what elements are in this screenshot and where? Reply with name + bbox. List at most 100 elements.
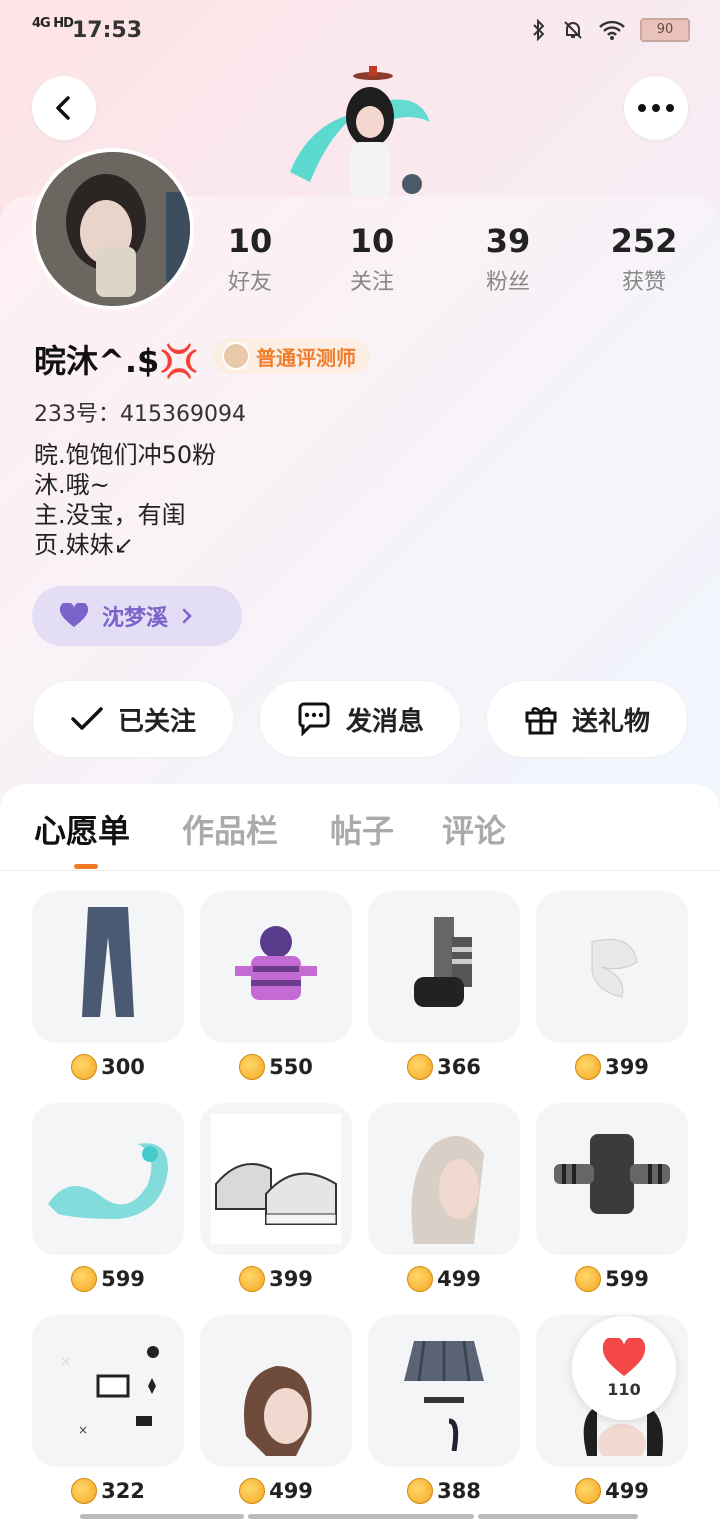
price-value: 550 — [269, 1055, 313, 1079]
wishlist-item[interactable] — [200, 1103, 352, 1255]
ice-dragon-icon — [48, 1143, 168, 1219]
item-price: 599 — [32, 1265, 184, 1293]
wifi-icon — [599, 20, 625, 40]
stat-number: 39 — [485, 222, 531, 260]
more-options-button[interactable] — [624, 76, 688, 140]
mute-bell-icon — [564, 21, 582, 39]
more-dots-icon — [638, 104, 674, 112]
tabs-divider — [0, 870, 720, 871]
item-price: 366 — [368, 1053, 520, 1081]
bio-line: 沐.哦~ — [34, 471, 110, 499]
wishlist-item[interactable] — [368, 891, 520, 1043]
cp-name: 沈梦溪 — [102, 606, 169, 631]
battery-indicator: 90 — [640, 18, 690, 42]
tab-comments[interactable]: 评论 — [442, 806, 506, 852]
price-value: 499 — [605, 1479, 649, 1503]
coin-icon — [407, 1054, 434, 1080]
user-bio: 晥.饱饱们冲50粉 沐.哦~ 主.没宝，有闺 页.妹妹↙ — [34, 440, 216, 560]
svg-text:×: × — [78, 1423, 88, 1437]
coin-icon — [71, 1054, 98, 1080]
pixel-stickers-icon: ×× — [60, 1346, 159, 1437]
cp-relation-chip[interactable]: 沈梦溪 — [32, 586, 242, 646]
bio-line: 页.妹妹↙ — [34, 531, 134, 559]
user-id: 233号：415369094 — [34, 402, 246, 427]
gift-icon — [525, 707, 557, 735]
stat-likes[interactable]: 252 获赞 — [584, 222, 704, 296]
price-value: 599 — [605, 1267, 649, 1291]
wishlist-item[interactable] — [368, 1315, 520, 1467]
price-value: 388 — [437, 1479, 481, 1503]
reviewer-badge[interactable]: 普通评测师 — [212, 338, 370, 374]
coin-icon — [239, 1478, 266, 1504]
wishlist-item[interactable] — [32, 1103, 184, 1255]
badge-label: 普通评测师 — [256, 345, 356, 370]
bluetooth-icon — [533, 19, 545, 41]
active-tab-indicator — [74, 864, 98, 869]
stat-number: 252 — [610, 222, 678, 260]
character-avatar-illustration — [290, 66, 430, 202]
bio-line: 晥.饱饱们冲50粉 — [34, 441, 217, 469]
tab-posts[interactable]: 帖子 — [330, 806, 394, 852]
back-button[interactable] — [32, 76, 96, 140]
follow-button[interactable]: 已关注 — [32, 680, 234, 758]
like-button[interactable]: 110 — [572, 1316, 676, 1420]
item-price: 300 — [32, 1053, 184, 1081]
wishlist-item[interactable] — [200, 891, 352, 1043]
network-indicator: 4G HD — [32, 16, 74, 31]
user-avatar[interactable] — [32, 148, 194, 310]
jeans-icon — [82, 907, 134, 1017]
coin-icon — [239, 1054, 266, 1080]
price-value: 322 — [101, 1479, 145, 1503]
tab-works[interactable]: 作品栏 — [182, 806, 278, 852]
silver-hair-icon — [411, 1136, 484, 1244]
stat-label: 关注 — [349, 270, 394, 295]
wishlist-item[interactable] — [200, 1315, 352, 1467]
item-price: 499 — [200, 1477, 352, 1505]
gift-button[interactable]: 送礼物 — [486, 680, 688, 758]
chat-bubble-icon — [298, 702, 330, 736]
item-price: 550 — [200, 1053, 352, 1081]
stat-label: 获赞 — [621, 270, 666, 295]
brown-hair-icon — [244, 1366, 312, 1456]
stat-friends[interactable]: 10 好友 — [190, 222, 310, 296]
coin-icon — [407, 1478, 434, 1504]
price-value: 599 — [101, 1267, 145, 1291]
wishlist-item[interactable] — [536, 1103, 688, 1255]
plaid-skirt-icon — [404, 1340, 484, 1451]
wishlist-item[interactable] — [536, 891, 688, 1043]
check-icon — [71, 707, 103, 730]
message-label: 发消息 — [345, 706, 424, 737]
scroll-indicator — [478, 1514, 638, 1519]
price-value: 399 — [605, 1055, 649, 1079]
status-bar: 4G HD 17:53 90 — [0, 0, 720, 62]
like-count: 110 — [607, 1379, 641, 1399]
message-button[interactable]: 发消息 — [259, 680, 461, 758]
user-nickname: 晥沐^.$💢 — [34, 342, 200, 380]
item-price: 499 — [368, 1265, 520, 1293]
item-price: 322 — [32, 1477, 184, 1505]
stat-fans[interactable]: 39 粉丝 — [448, 222, 568, 296]
tab-wishlist[interactable]: 心愿单 — [34, 806, 130, 852]
item-price: 388 — [368, 1477, 520, 1505]
wishlist-item[interactable] — [368, 1103, 520, 1255]
coin-icon — [575, 1266, 602, 1292]
wishlist-item[interactable] — [32, 891, 184, 1043]
price-value: 366 — [437, 1055, 481, 1079]
wishlist-item[interactable]: × × — [32, 1315, 184, 1467]
item-price: 399 — [536, 1053, 688, 1081]
striped-hoodie-icon — [235, 926, 317, 1000]
stat-label: 好友 — [227, 270, 272, 295]
scroll-indicator — [80, 1514, 244, 1519]
stat-label: 粉丝 — [485, 270, 530, 295]
price-value: 499 — [437, 1267, 481, 1291]
coin-icon — [407, 1266, 434, 1292]
stat-number: 10 — [227, 222, 273, 260]
item-price: 399 — [200, 1265, 352, 1293]
stat-following[interactable]: 10 关注 — [312, 222, 432, 296]
sneakers-icon — [211, 1114, 341, 1244]
avatar-photo — [36, 152, 190, 306]
stat-number: 10 — [349, 222, 395, 260]
item-price: 499 — [536, 1477, 688, 1505]
svg-text:×: × — [60, 1354, 72, 1370]
chevron-left-icon — [56, 96, 70, 120]
